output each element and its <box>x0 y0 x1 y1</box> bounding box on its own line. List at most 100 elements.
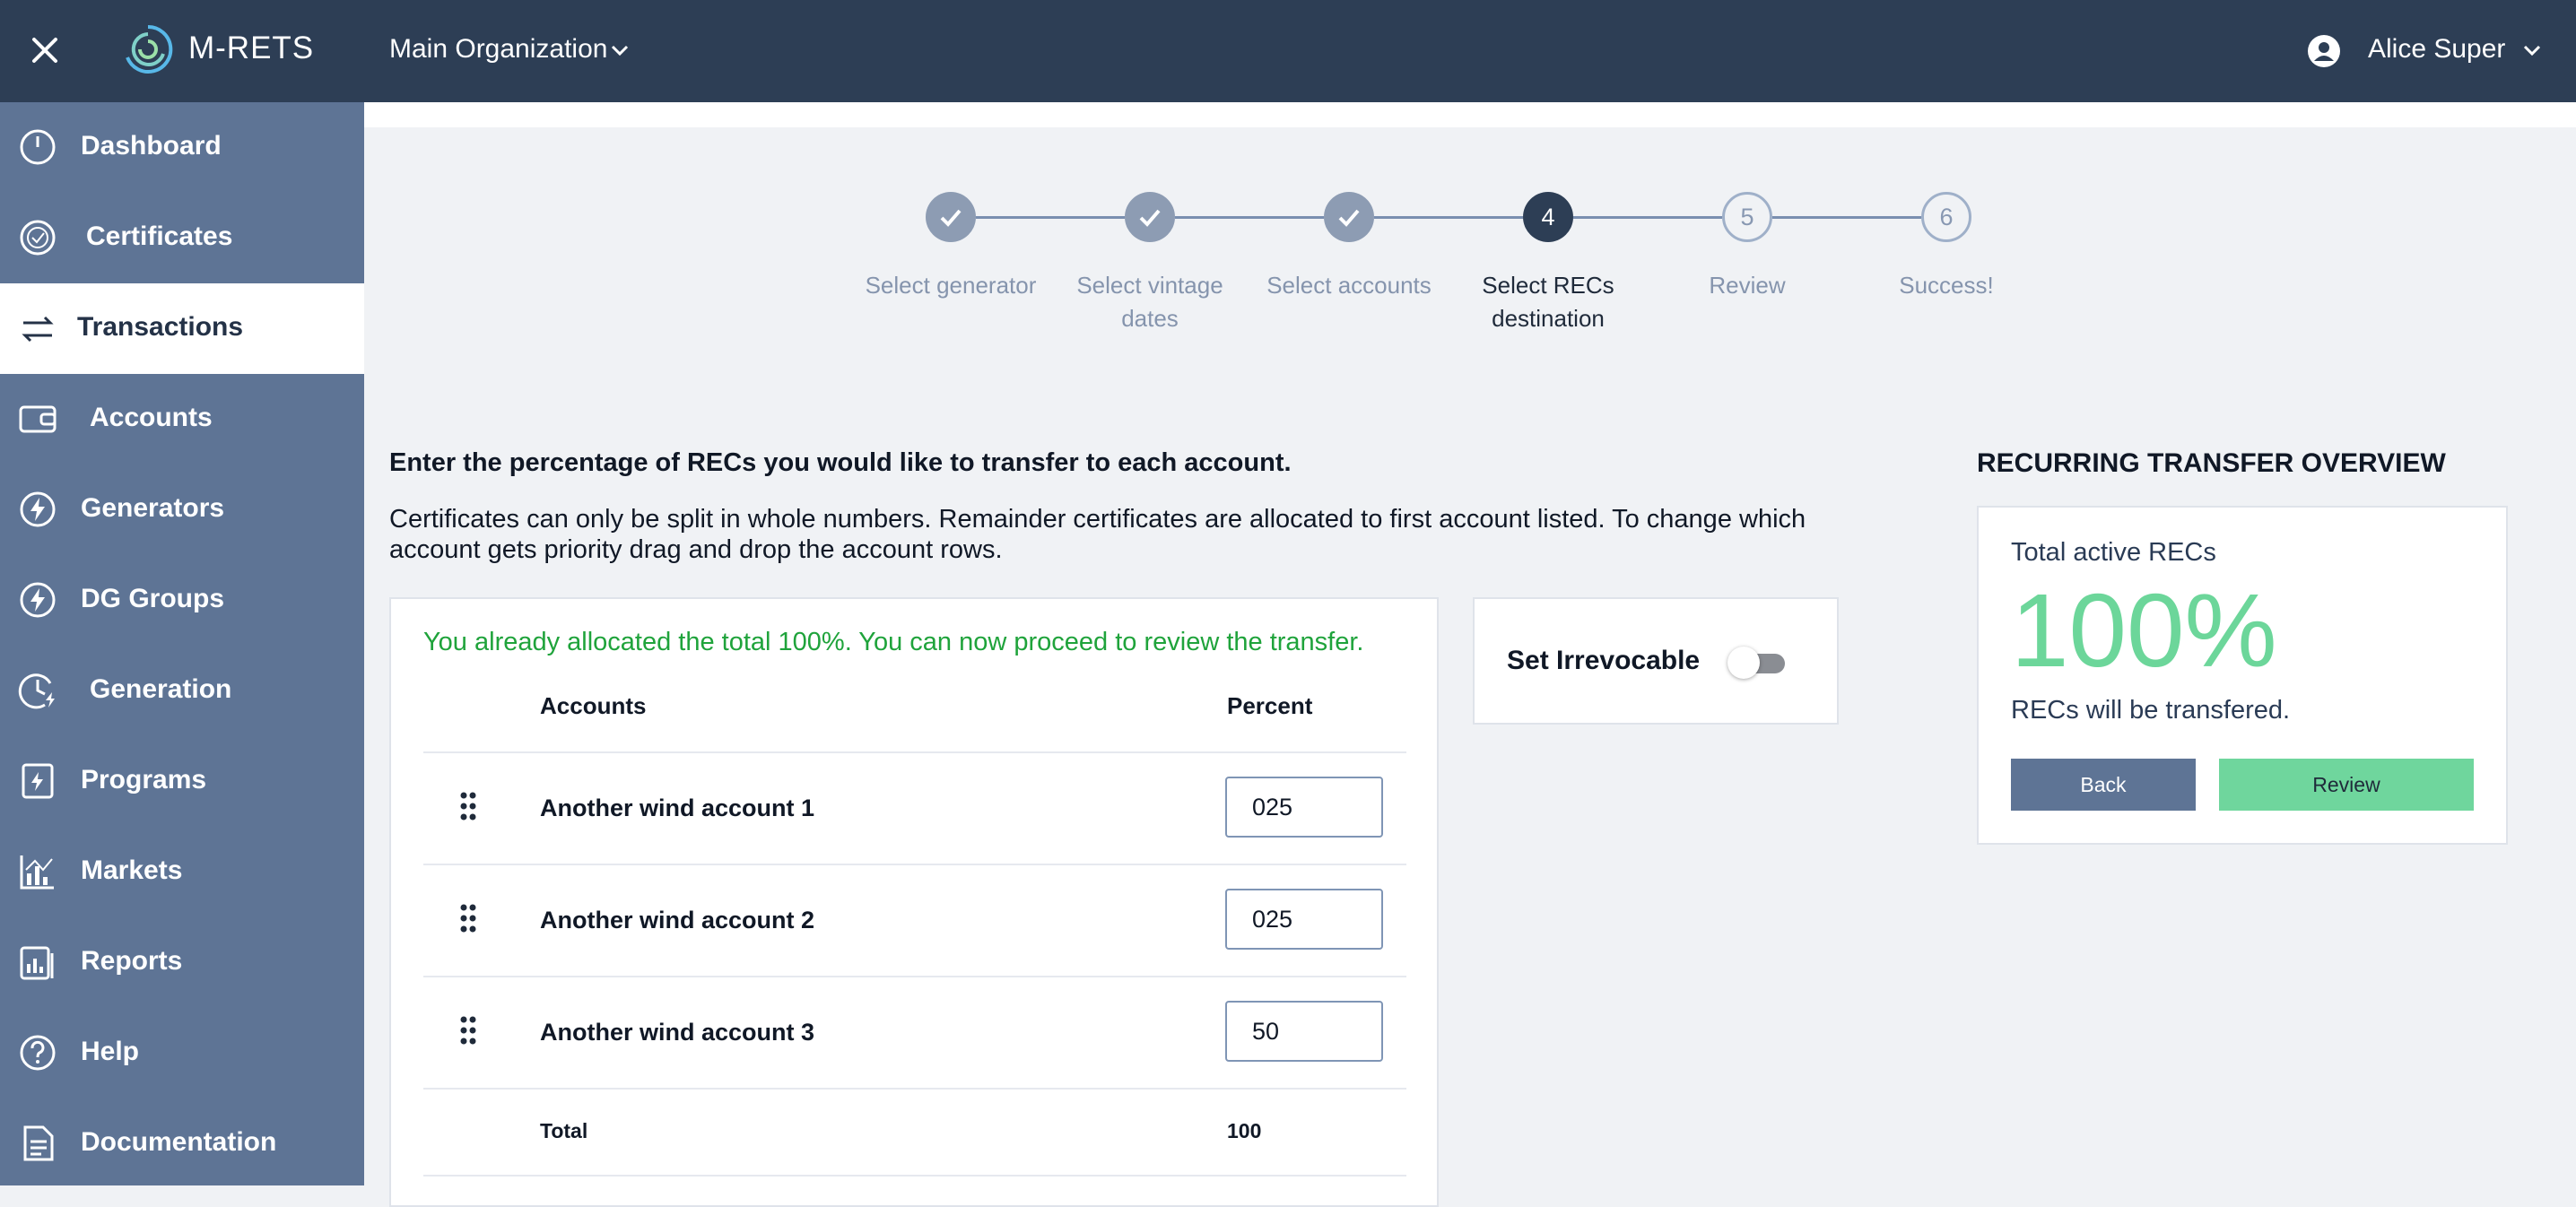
certificate-icon <box>20 220 56 256</box>
account-name: Another wind account 1 <box>540 795 815 821</box>
sidebar-item-label: Transactions <box>77 312 244 342</box>
sidebar-item-help[interactable]: Help <box>0 1008 364 1098</box>
step-1-indicator <box>926 192 976 242</box>
sidebar-item-markets[interactable]: Markets <box>0 827 364 917</box>
sidebar-item-label: Help <box>81 1037 140 1066</box>
step-3-indicator <box>1324 192 1374 242</box>
sidebar-item-label: Accounts <box>90 403 213 432</box>
step-connector <box>1374 216 1523 219</box>
allocation-panel: You already allocated the total 100%. Yo… <box>389 597 1439 1207</box>
total-value: 100 <box>1227 1119 1262 1142</box>
transfer-arrows-icon <box>22 316 54 343</box>
user-avatar-icon[interactable] <box>2307 34 2341 68</box>
top-bar: M-RETS Main Organization Alice Super <box>0 0 2576 102</box>
sidebar-item-programs[interactable]: Programs <box>0 736 364 827</box>
sidebar-item-label: Certificates <box>86 221 233 251</box>
percent-input[interactable] <box>1225 889 1383 950</box>
irrevocable-toggle[interactable] <box>1727 647 1787 679</box>
overview-heading: RECURRING TRANSFER OVERVIEW <box>1977 448 2446 478</box>
bar-chart-icon <box>20 855 54 890</box>
step-2-indicator <box>1125 192 1175 242</box>
organization-selector[interactable]: Main Organization <box>389 34 607 65</box>
row-divider <box>423 751 1406 753</box>
column-header-percent: Percent <box>1227 692 1313 719</box>
step-connector <box>1175 216 1324 219</box>
chevron-down-icon[interactable] <box>610 43 630 57</box>
drag-handle-icon[interactable] <box>459 1015 477 1046</box>
lightning-icon <box>20 582 56 618</box>
sidebar-item-transactions[interactable]: Transactions <box>0 283 364 374</box>
logo-icon <box>126 24 173 74</box>
overview-subtitle: Total active RECs <box>2011 538 2216 567</box>
sidebar-item-label: Dashboard <box>81 131 222 161</box>
account-name: Another wind account 2 <box>540 907 815 933</box>
overview-percentage: 100% <box>2011 572 2277 689</box>
column-header-accounts: Accounts <box>540 692 647 719</box>
row-divider <box>423 1175 1406 1177</box>
check-icon <box>1139 209 1161 227</box>
sidebar-item-label: DG Groups <box>81 584 225 613</box>
close-icon[interactable] <box>27 32 63 68</box>
scrolled-header-strip <box>364 102 2576 127</box>
step-5-indicator: 5 <box>1722 192 1772 242</box>
dashboard-icon <box>20 129 56 165</box>
step-6-label: Success! <box>1899 272 1994 299</box>
sidebar-item-label: Documentation <box>81 1127 277 1157</box>
step-3-label: Select accounts <box>1266 272 1432 299</box>
page-description: Certificates can only be split in whole … <box>389 505 1806 564</box>
overview-panel: Total active RECs 100% RECs will be tran… <box>1977 506 2508 845</box>
document-lightning-icon <box>22 763 54 799</box>
irrevocable-panel: Set Irrevocable <box>1473 597 1839 725</box>
back-button[interactable]: Back <box>2011 759 2196 811</box>
percent-input[interactable] <box>1225 777 1383 838</box>
step-5-label: Review <box>1709 272 1786 299</box>
sidebar-item-label: Generators <box>81 493 225 523</box>
step-6-indicator: 6 <box>1921 192 1971 242</box>
sidebar-item-label: Markets <box>81 855 183 885</box>
document-icon <box>23 1125 54 1161</box>
report-icon <box>20 946 54 980</box>
sidebar-item-generation[interactable]: Generation <box>0 646 364 736</box>
allocation-status-message: You already allocated the total 100%. Yo… <box>423 628 1364 656</box>
sidebar-item-reports[interactable]: Reports <box>0 917 364 1008</box>
percent-input[interactable] <box>1225 1001 1383 1062</box>
check-icon <box>1338 209 1360 227</box>
sidebar-item-label: Generation <box>90 674 232 704</box>
row-divider <box>423 976 1406 977</box>
review-button[interactable]: Review <box>2219 759 2474 811</box>
clock-lightning-icon <box>18 673 55 709</box>
page-heading: Enter the percentage of RECs you would l… <box>389 448 1292 477</box>
step-1-label: Select generator <box>865 272 1037 299</box>
total-label: Total <box>540 1119 588 1142</box>
sidebar-item-certificates[interactable]: Certificates <box>0 193 364 283</box>
irrevocable-label: Set Irrevocable <box>1507 646 1701 675</box>
sidebar-item-documentation[interactable]: Documentation <box>0 1098 364 1189</box>
sidebar-item-dashboard[interactable]: Dashboard <box>0 102 364 193</box>
sidebar-item-accounts[interactable]: Accounts <box>0 374 364 465</box>
brand-name: M-RETS <box>188 30 315 65</box>
sidebar-item-generators[interactable]: Generators <box>0 465 364 555</box>
step-connector <box>976 216 1125 219</box>
chevron-down-icon[interactable] <box>2522 43 2542 57</box>
drag-handle-icon[interactable] <box>459 903 477 933</box>
overview-note: RECs will be transfered. <box>2011 696 2291 725</box>
lightning-icon <box>20 491 56 527</box>
step-4-label: Select RECs destination <box>1482 272 1614 332</box>
sidebar-item-dg-groups[interactable]: DG Groups <box>0 555 364 646</box>
check-icon <box>940 209 962 227</box>
sidebar-item-label: Reports <box>81 946 183 976</box>
row-divider <box>423 864 1406 865</box>
sidebar-item-label: Programs <box>81 765 207 795</box>
wallet-icon <box>19 405 57 433</box>
row-divider <box>423 1088 1406 1090</box>
step-connector <box>1772 216 1921 219</box>
user-menu[interactable]: Alice Super <box>2368 34 2505 65</box>
account-name: Another wind account 3 <box>540 1019 815 1046</box>
step-4-indicator: 4 <box>1523 192 1573 242</box>
step-connector <box>1573 216 1722 219</box>
question-icon <box>20 1035 56 1071</box>
sidebar: Dashboard Certificates Transactions Acco… <box>0 102 364 1185</box>
toggle-knob <box>1727 647 1760 679</box>
drag-handle-icon[interactable] <box>459 791 477 821</box>
step-2-label: Select vintage dates <box>1076 272 1223 332</box>
